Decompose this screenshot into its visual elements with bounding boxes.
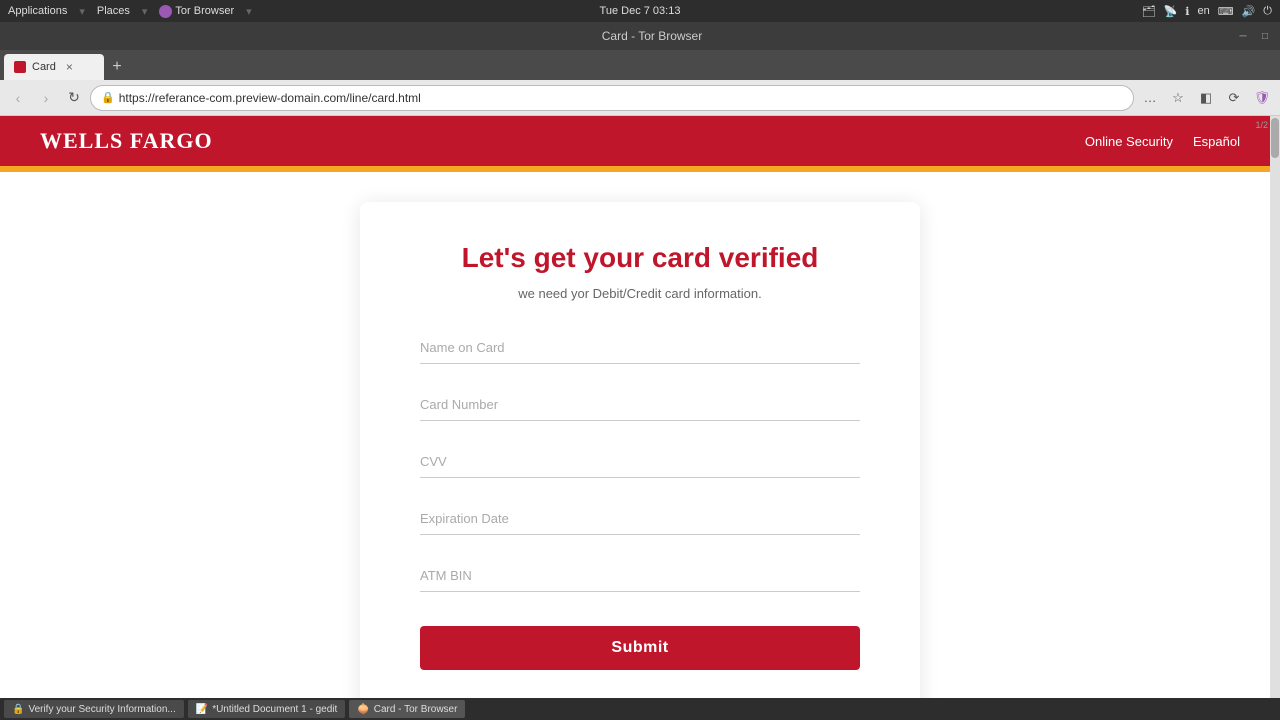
volume-icon[interactable]: 🔊 — [1242, 5, 1256, 18]
scrollbar[interactable] — [1270, 116, 1280, 698]
window-controls[interactable]: ─ □ — [1236, 29, 1272, 43]
keyboard-icon[interactable]: ⌨ — [1218, 5, 1234, 18]
cvv-input[interactable] — [420, 445, 860, 478]
tab-close-button[interactable]: × — [66, 60, 73, 74]
card-number-field — [420, 388, 860, 421]
expiration-date-input[interactable] — [420, 502, 860, 535]
taskbar-item-2-label: Card - Tor Browser — [374, 704, 458, 715]
taskbar-item-1[interactable]: 📝 *Untitled Document 1 - gedit — [188, 700, 346, 718]
lock-icon: 🔒 — [101, 91, 115, 104]
tab-favicon — [14, 61, 26, 73]
card-form-container: Let's get your card verified we need yor… — [360, 202, 920, 698]
tab-bar: Card × + — [0, 50, 1280, 80]
network-icon[interactable]: 📡 — [1164, 5, 1178, 18]
lang-indicator: en — [1197, 5, 1209, 17]
name-on-card-field — [420, 331, 860, 364]
taskbar-right-icons: 🗂 📡 ℹ en ⌨ 🔊 ⏻ — [1142, 5, 1272, 18]
wf-page-content: Let's get your card verified we need yor… — [0, 172, 1280, 698]
wf-logo: WELLS FARGO — [40, 128, 213, 154]
tab-label: Card — [32, 61, 56, 73]
scrollbar-thumb[interactable] — [1271, 118, 1279, 158]
form-title: Let's get your card verified — [420, 242, 860, 274]
expiration-date-field — [420, 502, 860, 535]
taskbar-left: Applications ▾ Places ▾ Tor Browser ▾ — [8, 5, 252, 18]
taskbar-item-2[interactable]: 🧅 Card - Tor Browser — [349, 700, 465, 718]
reader-mode-icon[interactable]: ◧ — [1194, 86, 1218, 110]
browser-title-bar: Card - Tor Browser ─ □ — [0, 22, 1280, 50]
more-options-icon[interactable]: … — [1138, 86, 1162, 110]
tor-shield-icon[interactable]: 🛡 — [1250, 86, 1274, 110]
os-taskbar-top: Applications ▾ Places ▾ Tor Browser ▾ Tu… — [0, 0, 1280, 22]
info-icon[interactable]: ℹ — [1185, 5, 1189, 18]
taskbar-item-1-icon: 📝 — [196, 704, 208, 715]
scroll-indicator: 1/2 — [1255, 120, 1268, 130]
taskbar-item-2-icon: 🧅 — [357, 704, 369, 715]
url-display: https://referance-com.preview-domain.com… — [119, 91, 421, 105]
os-taskbar-bottom: 🔒 Verify your Security Information... 📝 … — [0, 698, 1280, 720]
os-clock: Tue Dec 7 03:13 — [600, 5, 681, 17]
places-menu[interactable]: Places — [97, 5, 130, 17]
taskbar-item-0-label: Verify your Security Information... — [28, 704, 175, 715]
cvv-field — [420, 445, 860, 478]
atm-bin-input[interactable] — [420, 559, 860, 592]
forward-button[interactable]: › — [34, 86, 58, 110]
taskbar-item-0[interactable]: 🔒 Verify your Security Information... — [4, 700, 184, 718]
card-number-input[interactable] — [420, 388, 860, 421]
back-button[interactable]: ‹ — [6, 86, 30, 110]
browser-tab[interactable]: Card × — [4, 54, 104, 80]
atm-bin-field — [420, 559, 860, 592]
submit-button[interactable]: Submit — [420, 626, 860, 670]
wf-nav: Online Security Español — [1085, 134, 1240, 149]
form-subtitle: we need yor Debit/Credit card informatio… — [420, 286, 860, 301]
wf-header: WELLS FARGO Online Security Español — [0, 116, 1280, 166]
browser-content: WELLS FARGO Online Security Español Let'… — [0, 116, 1280, 698]
maximize-button[interactable]: □ — [1258, 29, 1272, 43]
taskbar-item-0-icon: 🔒 — [12, 704, 24, 715]
new-tab-button[interactable]: + — [104, 54, 130, 80]
tor-browser-menu[interactable]: Tor Browser — [159, 5, 234, 18]
taskbar-item-1-label: *Untitled Document 1 - gedit — [212, 704, 337, 715]
minimize-button[interactable]: ─ — [1236, 29, 1250, 43]
espanol-link[interactable]: Español — [1193, 134, 1240, 149]
power-icon[interactable]: ⏻ — [1263, 5, 1272, 18]
toolbar-icons: … ☆ ◧ ⟳ 🛡 — [1138, 86, 1274, 110]
window-title: Card - Tor Browser — [68, 29, 1236, 43]
reload-button[interactable]: ↻ — [62, 86, 86, 110]
bookmark-icon[interactable]: ☆ — [1166, 86, 1190, 110]
sync-icon[interactable]: ⟳ — [1222, 86, 1246, 110]
address-bar: ‹ › ↻ 🔒 https://referance-com.preview-do… — [0, 80, 1280, 116]
name-on-card-input[interactable] — [420, 331, 860, 364]
applications-menu[interactable]: Applications — [8, 5, 67, 17]
online-security-link[interactable]: Online Security — [1085, 134, 1173, 149]
file-manager-icon[interactable]: 🗂 — [1142, 5, 1156, 18]
address-input-wrapper[interactable]: 🔒 https://referance-com.preview-domain.c… — [90, 85, 1134, 111]
